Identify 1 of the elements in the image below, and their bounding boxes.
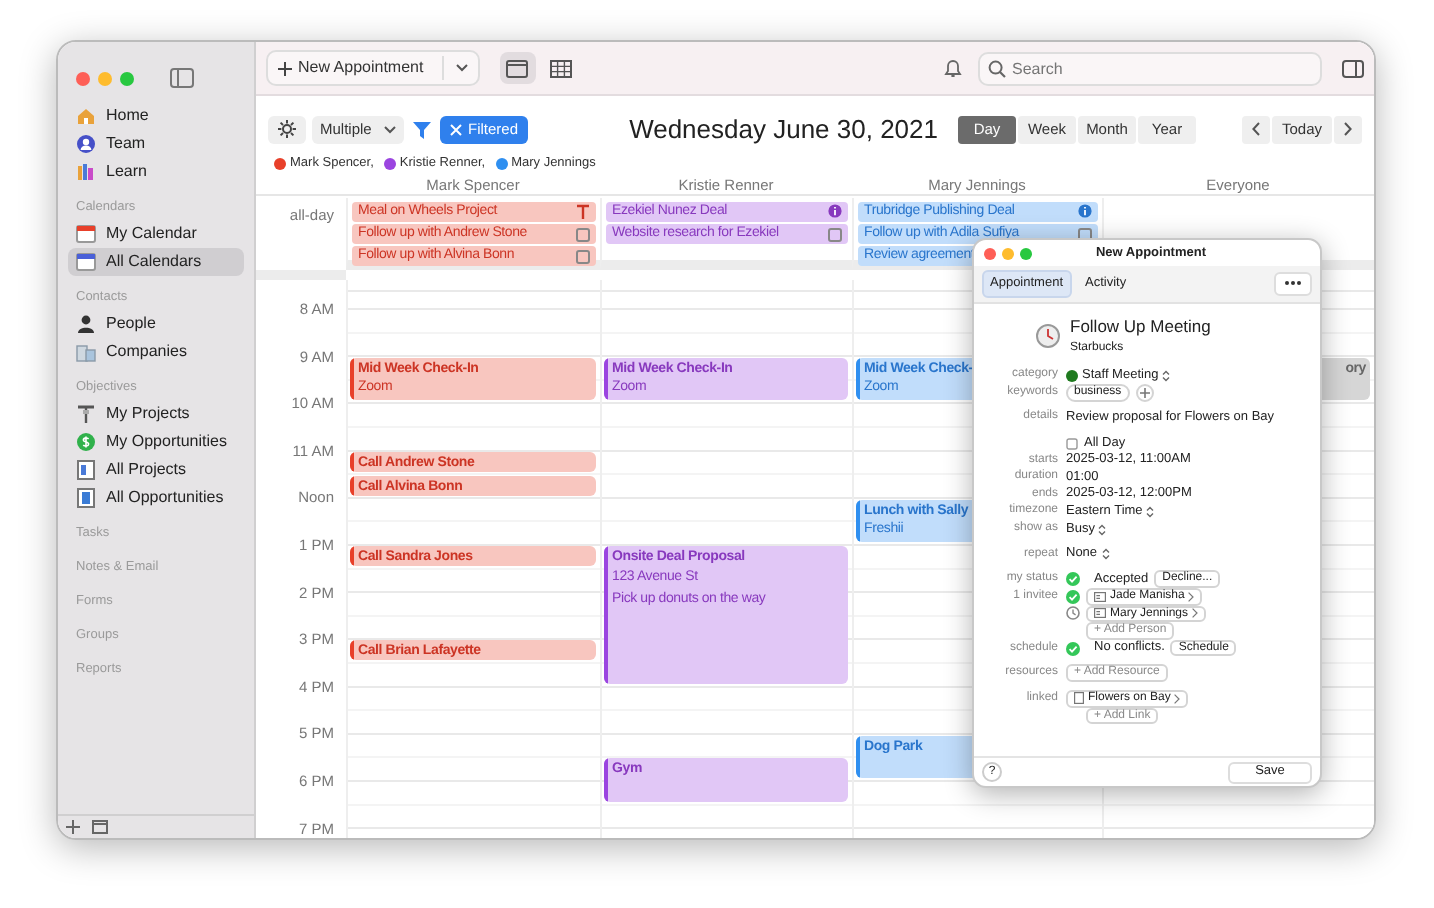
date-title: Wednesday June 30, 2021 (629, 111, 938, 148)
